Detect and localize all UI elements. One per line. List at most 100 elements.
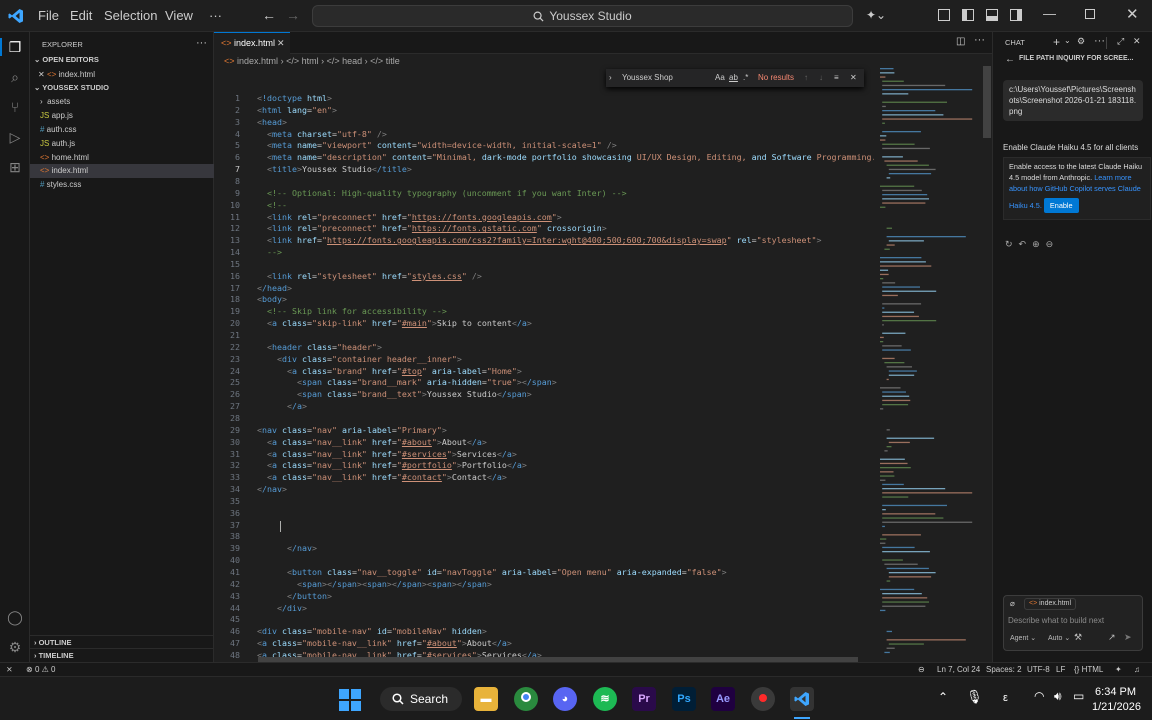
- maximize-icon[interactable]: ⤢: [1117, 36, 1124, 47]
- wifi-icon[interactable]: ◠: [1034, 689, 1044, 703]
- code-line[interactable]: <body>: [257, 293, 287, 305]
- code-line[interactable]: <link rel="preconnect" href="https://fon…: [257, 211, 562, 223]
- file-item-index-html[interactable]: <> index.html: [30, 164, 214, 178]
- file-item-auth-js[interactable]: JS auth.js: [30, 137, 214, 151]
- close-icon[interactable]: ✕: [38, 70, 47, 79]
- next-match-icon[interactable]: ↓: [819, 69, 823, 87]
- language-mode[interactable]: {} HTML: [1074, 663, 1103, 676]
- breadcrumb-item[interactable]: html: [302, 56, 319, 66]
- code-line[interactable]: </nav>: [257, 483, 287, 495]
- code-line[interactable]: <a class="nav__link" href="#services">Se…: [257, 448, 517, 460]
- close-tab-icon[interactable]: ✕: [277, 33, 285, 53]
- code-line[interactable]: <div class="mobile-nav" id="mobileNav" h…: [257, 625, 487, 637]
- code-line[interactable]: <div class="container header__inner">: [257, 353, 462, 365]
- code-line[interactable]: <link rel="preconnect" href="https://fon…: [257, 222, 607, 234]
- layout-customize-icon[interactable]: [938, 9, 950, 21]
- gear-icon[interactable]: ⚙: [1077, 36, 1085, 47]
- code-line[interactable]: <meta name="viewport" content="width=dev…: [257, 139, 617, 151]
- code-editor[interactable]: 1 2 3 4 5 6 7 8 9 10 11 12 13 14 15 16 17 18 19 20 21 22 23 24 2…: [214, 88, 874, 662]
- code-line[interactable]: <a class="skip-link" href="#main">Skip t…: [257, 317, 532, 329]
- code-line[interactable]: <span class="brand__text">Youssex Studio…: [257, 388, 532, 400]
- whole-word-icon[interactable]: ab: [729, 69, 738, 87]
- chat-input-box[interactable]: ⌀ <> index.html Describe what to build n…: [1003, 595, 1143, 651]
- account-icon[interactable]: ◯: [6, 608, 24, 626]
- minimap[interactable]: [878, 66, 982, 662]
- encoding[interactable]: UTF-8: [1027, 663, 1050, 676]
- code-line[interactable]: <nav class="nav" aria-label="Primary">: [257, 424, 447, 436]
- split-editor-icon[interactable]: ◫: [956, 36, 965, 47]
- restore-icon[interactable]: [1085, 9, 1095, 19]
- close-panel-icon[interactable]: ✕: [1133, 36, 1141, 47]
- after-effects-icon[interactable]: Ae: [711, 687, 735, 711]
- source-control-icon[interactable]: ⑂: [6, 98, 24, 116]
- volume-icon[interactable]: 🔊︎: [1054, 689, 1062, 704]
- command-center[interactable]: Youssex Studio: [312, 5, 853, 27]
- delegate-icon[interactable]: ↗: [1108, 632, 1116, 643]
- code-line[interactable]: <span></span><span></span><span></span>: [257, 578, 492, 590]
- file-item-auth-css[interactable]: # auth.css: [30, 123, 214, 137]
- tools-icon[interactable]: ⚒: [1074, 632, 1082, 643]
- settings-gear-icon[interactable]: ⚙: [6, 638, 24, 656]
- search-icon[interactable]: ⌕: [6, 68, 24, 86]
- code-line[interactable]: <a class="nav__link" href="#about">About…: [257, 436, 487, 448]
- menu-edit[interactable]: Edit: [70, 8, 92, 23]
- code-line[interactable]: <meta name="description" content="Minima…: [257, 151, 874, 163]
- previous-match-icon[interactable]: ↑: [804, 69, 808, 87]
- code-line[interactable]: </a>: [257, 400, 307, 412]
- vertical-scrollbar[interactable]: [983, 66, 991, 138]
- chat-input[interactable]: Describe what to build next: [1008, 616, 1104, 625]
- thumbs-up-icon[interactable]: ⊕: [1032, 239, 1046, 249]
- problems-indicator[interactable]: ⊗ 0 ⚠ 0: [26, 663, 55, 676]
- undo-icon[interactable]: ↶: [1019, 239, 1033, 249]
- find-input[interactable]: Youssex Shop: [620, 71, 730, 85]
- code-line[interactable]: -->: [257, 246, 282, 258]
- context-chip[interactable]: <> index.html: [1024, 598, 1077, 610]
- code-line[interactable]: <button class="nav__toggle" id="navToggl…: [257, 566, 727, 578]
- tab-index-html[interactable]: <> index.html ✕: [214, 32, 290, 54]
- line-ending[interactable]: LF: [1056, 663, 1065, 676]
- more-actions-icon[interactable]: ···: [196, 37, 207, 49]
- code-line[interactable]: <!-- Skip link for accessibility -->: [257, 305, 447, 317]
- remote-icon[interactable]: ⨯: [6, 663, 13, 676]
- find-in-selection-icon[interactable]: ≡: [834, 69, 839, 87]
- code-line[interactable]: <header class="header">: [257, 341, 382, 353]
- code-line[interactable]: <title>Youssex Studio</title>: [257, 163, 412, 175]
- timeline-header[interactable]: › TIMELINE: [30, 648, 214, 662]
- more-actions-icon[interactable]: ···: [1094, 35, 1105, 47]
- code-line[interactable]: <!--: [257, 199, 287, 211]
- vscode-taskbar-icon[interactable]: [790, 687, 814, 711]
- extensions-icon[interactable]: ⊞: [6, 158, 24, 176]
- windows-start-icon[interactable]: [339, 689, 361, 711]
- code-line[interactable]: <!-- Optional: High-quality typography (…: [257, 187, 627, 199]
- code-line[interactable]: <link href="https://fonts.googleapis.com…: [257, 234, 822, 246]
- back-arrow-icon[interactable]: ←: [262, 7, 276, 23]
- breadcrumb-item[interactable]: title: [386, 56, 400, 66]
- photoshop-icon[interactable]: Ps: [672, 687, 696, 711]
- back-arrow-icon[interactable]: ←: [1005, 54, 1015, 65]
- new-chat-icon[interactable]: +: [1053, 35, 1060, 49]
- notifications-icon[interactable]: ♫: [1134, 663, 1140, 676]
- file-item-home-html[interactable]: <> home.html: [30, 151, 214, 165]
- attach-icon[interactable]: ⌀: [1010, 599, 1015, 608]
- copilot-status-icon[interactable]: ✦: [1115, 663, 1122, 676]
- indentation[interactable]: Spaces: 2: [986, 663, 1022, 676]
- outline-header[interactable]: › OUTLINE: [30, 635, 214, 649]
- code-line[interactable]: <link rel="stylesheet" href="styles.css"…: [257, 270, 482, 282]
- model-picker[interactable]: Auto ⌄: [1048, 634, 1070, 642]
- code-line[interactable]: <head>: [257, 116, 287, 128]
- open-editors-header[interactable]: ⌄ OPEN EDITORS: [30, 53, 214, 67]
- language-indicator[interactable]: ε: [1003, 692, 1008, 704]
- close-window-icon[interactable]: ✕: [1126, 5, 1139, 23]
- code-line[interactable]: <a class="mobile-nav__link" href="#about…: [257, 637, 512, 649]
- menu-more[interactable]: ···: [209, 8, 222, 23]
- menu-selection[interactable]: Selection: [104, 8, 157, 23]
- toggle-secondary-sidebar-icon[interactable]: [1010, 9, 1022, 21]
- cursor-position[interactable]: Ln 7, Col 24: [937, 663, 980, 676]
- regex-icon[interactable]: .*: [743, 69, 748, 87]
- code-line[interactable]: <a class="nav__link" href="#contact">Con…: [257, 471, 507, 483]
- taskbar-search[interactable]: Search: [380, 687, 462, 711]
- chevron-up-icon[interactable]: ⌃: [938, 690, 948, 704]
- file-item-app-js[interactable]: JS app.js: [30, 109, 214, 123]
- thumbs-down-icon[interactable]: ⊖: [1046, 239, 1060, 249]
- forward-arrow-icon[interactable]: →: [286, 7, 300, 23]
